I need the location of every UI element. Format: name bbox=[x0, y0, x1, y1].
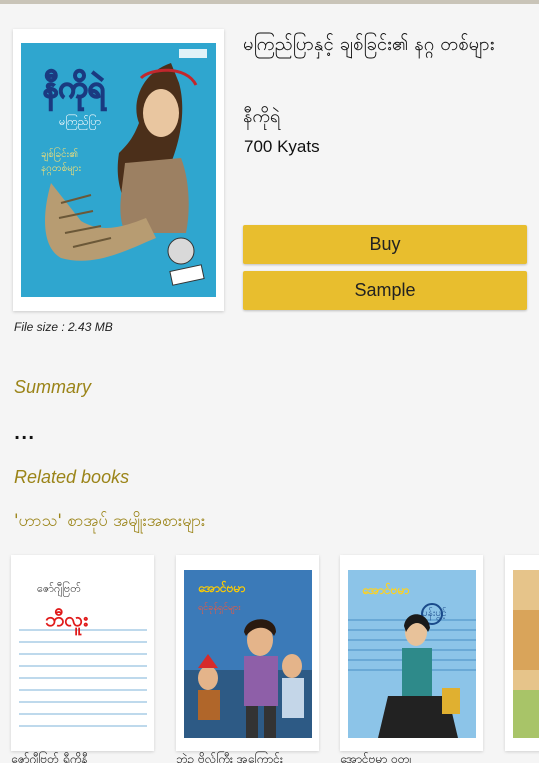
related-book-card[interactable] bbox=[505, 555, 539, 751]
book-cover-card[interactable]: နီကိုရဲ မကြည်ပြာ ချစ်ခြင်း၏ နဂ္ဂတစ်များ bbox=[13, 29, 224, 311]
related-books-heading: Related books bbox=[14, 467, 130, 487]
related-book-caption: ဇော်ဂျီဗြတ် ရီကိုနီ bbox=[11, 752, 88, 763]
related-cover-title: ရင်ခုန်ရှင်များ bbox=[198, 602, 241, 614]
book-title: မကြည်ပြာနှင့် ချစ်ခြင်း၏ နဂ္ဂ တစ်များ bbox=[243, 34, 495, 55]
status-bar-edge bbox=[0, 0, 539, 4]
sample-button[interactable]: Sample bbox=[243, 271, 527, 310]
buy-button[interactable]: Buy bbox=[243, 225, 527, 264]
related-book-cover: ဇော်ဂျီဗြတ် ဘီလူး bbox=[19, 570, 147, 738]
related-book-cover bbox=[513, 570, 539, 738]
book-author[interactable]: နီကိုရဲ bbox=[243, 104, 280, 131]
related-book-cover: အောင်ဗမာ ရင်ခုန်ရှင်များ bbox=[184, 570, 312, 738]
summary-text: ... bbox=[14, 424, 36, 443]
related-cover-author: အောင်ဗမာ bbox=[361, 581, 409, 597]
related-cover-author: ဇော်ဂျီဗြတ် bbox=[37, 581, 81, 597]
related-books-carousel[interactable]: ဇော်ဂျီဗြတ် ဘီလူး အောင်ဗမာ ရင်ခုန်ရှင်မျ… bbox=[0, 553, 539, 763]
related-book-caption: အောင်ဗမာ ဝတ္ထု bbox=[340, 752, 412, 763]
related-book-card[interactable]: အောင်ဗမာ ပန်းပွင့် bbox=[340, 555, 483, 751]
book-cover-image: နီကိုရဲ မကြည်ပြာ ချစ်ခြင်း၏ နဂ္ဂတစ်များ bbox=[21, 43, 216, 297]
related-book-caption: ဘဲဥ ဗိုလ်ကြီး အကြောင်း bbox=[176, 752, 283, 763]
cover-subtitle-1: မကြည်ပြာ bbox=[59, 114, 101, 130]
related-cover-author: အောင်ဗမာ bbox=[197, 579, 245, 595]
cover-subtitle-2: ချစ်ခြင်း၏ bbox=[41, 146, 78, 162]
book-price: 700 Kyats bbox=[244, 137, 320, 156]
related-category-title[interactable]: 'ဟာသ' စာအုပ် အမျိုးအစားများ bbox=[14, 511, 205, 535]
summary-heading: Summary bbox=[14, 377, 92, 397]
related-book-card[interactable]: ဇော်ဂျီဗြတ် ဘီလူး bbox=[11, 555, 154, 751]
file-size-label: File size : 2.43 MB bbox=[14, 320, 113, 334]
related-book-cover: အောင်ဗမာ ပန်းပွင့် bbox=[348, 570, 476, 738]
related-book-card[interactable]: အောင်ဗမာ ရင်ခုန်ရှင်များ bbox=[176, 555, 319, 751]
